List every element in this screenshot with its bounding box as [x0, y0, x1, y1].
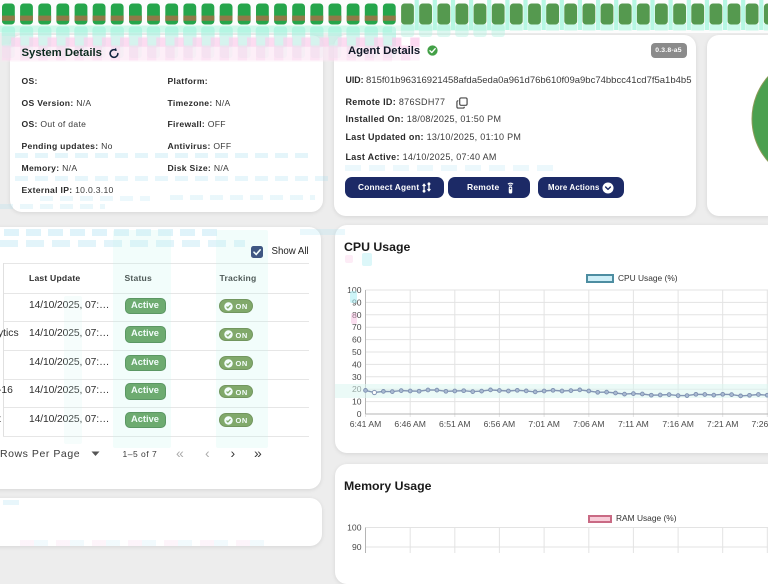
- svg-text:6:56 AM: 6:56 AM: [483, 419, 515, 429]
- svg-text:7:16 AM: 7:16 AM: [662, 419, 694, 429]
- svg-text:7:01 AM: 7:01 AM: [528, 419, 560, 429]
- svg-text:6:51 AM: 6:51 AM: [439, 419, 471, 429]
- svg-text:6:46 AM: 6:46 AM: [394, 419, 426, 429]
- svg-text:6:41 AM: 6:41 AM: [349, 419, 381, 429]
- svg-text:7:11 AM: 7:11 AM: [617, 419, 648, 429]
- svg-text:100: 100: [347, 523, 362, 533]
- svg-text:50: 50: [351, 347, 361, 357]
- svg-text:30: 30: [351, 372, 361, 382]
- svg-text:10: 10: [351, 397, 361, 407]
- svg-text:90: 90: [351, 542, 361, 552]
- svg-text:7:21 AM: 7:21 AM: [706, 419, 738, 429]
- svg-text:40: 40: [351, 359, 361, 369]
- svg-text:60: 60: [351, 335, 361, 345]
- svg-text:7:26 AM: 7:26 AM: [751, 419, 768, 429]
- svg-text:7:06 AM: 7:06 AM: [573, 419, 605, 429]
- svg-text:0: 0: [356, 409, 361, 419]
